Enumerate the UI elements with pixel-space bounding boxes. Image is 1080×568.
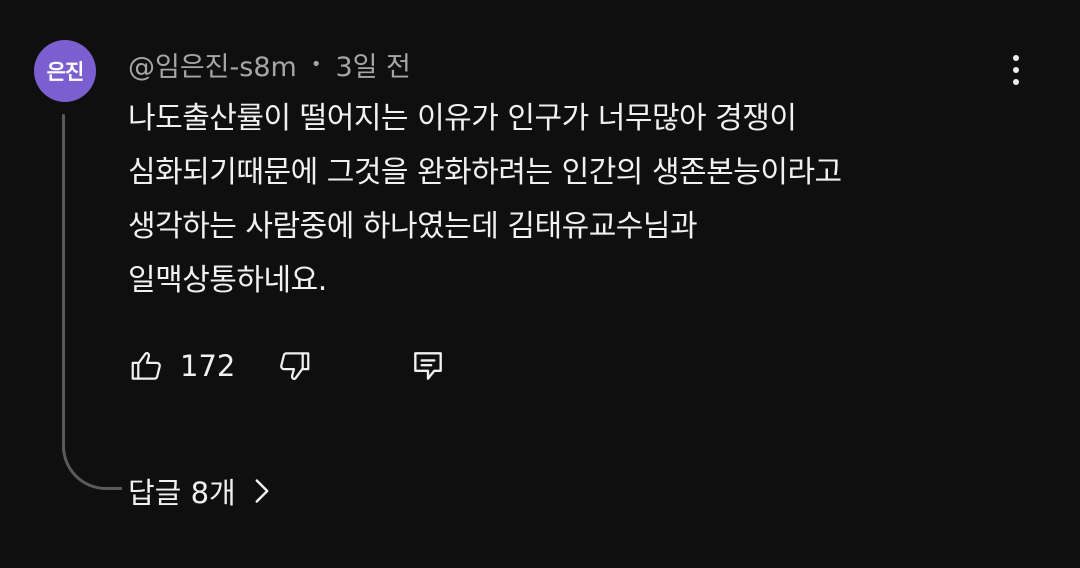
comment-line: 심화되기때문에 그것을 완화하려는 인간의 생존본능이라고 (128, 155, 842, 190)
author-name[interactable]: @임은진-s8m (128, 45, 297, 84)
thread-connector (62, 430, 122, 490)
comment-text: 나도출산률이 떨어지는 이유가 인구가 너무많아 경쟁이 심화되기때문에 그것을… (128, 92, 1028, 308)
thread-line (62, 114, 65, 452)
reply-button[interactable] (409, 347, 447, 385)
separator-dot: • (310, 53, 322, 75)
like-count: 172 (180, 349, 236, 383)
comment-header: @임은진-s8m • 3일 전 (128, 44, 411, 84)
comment-line: 나도출산률이 떨어지는 이유가 인구가 너무많아 경쟁이 (128, 101, 797, 136)
comment-line: 생각하는 사람중에 하나였는데 김태유교수님과 (128, 209, 698, 244)
avatar[interactable]: 은진 (34, 40, 96, 102)
comment-time[interactable]: 3일 전 (335, 45, 410, 84)
more-vert-icon[interactable] (1000, 50, 1032, 90)
like-button[interactable] (128, 347, 166, 385)
dislike-button[interactable] (275, 347, 313, 385)
thumb-up-icon (131, 351, 161, 380)
comment-icon (414, 352, 443, 380)
replies-label: 답글 8개 (128, 476, 236, 510)
comment-actions: 172 (128, 342, 447, 390)
chevron-right-icon (255, 479, 269, 503)
thumb-down-icon (280, 352, 310, 381)
avatar-text: 은진 (46, 60, 85, 84)
comment-line: 일맥상통하네요. (128, 263, 327, 298)
view-replies-button[interactable]: 답글 8개 (128, 468, 272, 514)
